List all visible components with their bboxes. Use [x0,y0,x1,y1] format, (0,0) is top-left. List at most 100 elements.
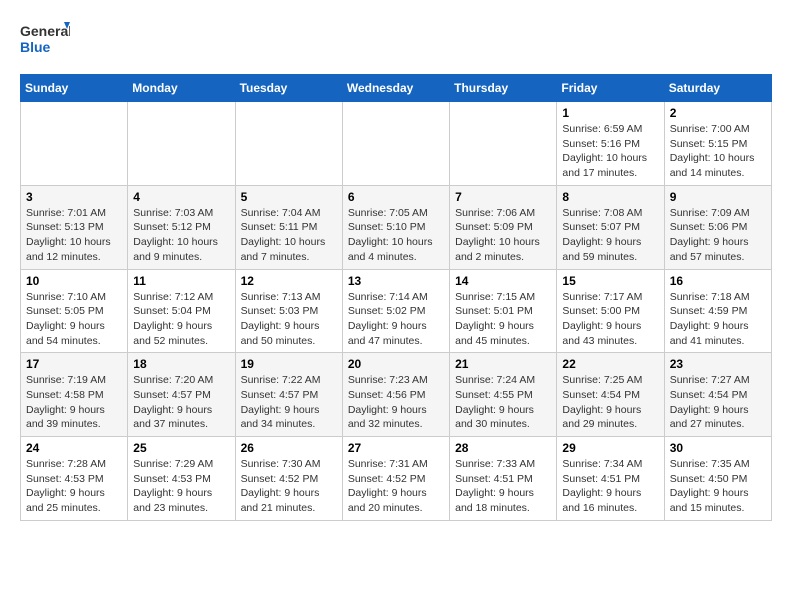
weekday-header-monday: Monday [128,75,235,102]
day-info: Sunrise: 7:05 AM Sunset: 5:10 PM Dayligh… [348,206,444,265]
day-number: 19 [241,357,337,371]
day-number: 21 [455,357,551,371]
day-number: 23 [670,357,766,371]
day-info: Sunrise: 7:13 AM Sunset: 5:03 PM Dayligh… [241,290,337,349]
weekday-header-friday: Friday [557,75,664,102]
logo: General Blue [20,20,70,64]
day-number: 14 [455,274,551,288]
day-info: Sunrise: 7:34 AM Sunset: 4:51 PM Dayligh… [562,457,658,516]
weekday-header-saturday: Saturday [664,75,771,102]
day-number: 11 [133,274,229,288]
calendar-cell: 23 Sunrise: 7:27 AM Sunset: 4:54 PM Dayli… [664,353,771,437]
calendar-cell: 12 Sunrise: 7:13 AM Sunset: 5:03 PM Dayli… [235,269,342,353]
week-row-1: 1 Sunrise: 6:59 AM Sunset: 5:16 PM Daylig… [21,102,772,186]
day-info: Sunrise: 7:18 AM Sunset: 4:59 PM Dayligh… [670,290,766,349]
day-info: Sunrise: 7:10 AM Sunset: 5:05 PM Dayligh… [26,290,122,349]
calendar-cell: 17 Sunrise: 7:19 AM Sunset: 4:58 PM Dayli… [21,353,128,437]
calendar-cell: 27 Sunrise: 7:31 AM Sunset: 4:52 PM Dayli… [342,437,449,521]
day-info: Sunrise: 7:22 AM Sunset: 4:57 PM Dayligh… [241,373,337,432]
calendar-cell: 28 Sunrise: 7:33 AM Sunset: 4:51 PM Dayli… [450,437,557,521]
day-info: Sunrise: 7:01 AM Sunset: 5:13 PM Dayligh… [26,206,122,265]
calendar-cell: 4 Sunrise: 7:03 AM Sunset: 5:12 PM Daylig… [128,185,235,269]
day-info: Sunrise: 7:15 AM Sunset: 5:01 PM Dayligh… [455,290,551,349]
day-info: Sunrise: 7:09 AM Sunset: 5:06 PM Dayligh… [670,206,766,265]
day-info: Sunrise: 7:06 AM Sunset: 5:09 PM Dayligh… [455,206,551,265]
day-info: Sunrise: 7:29 AM Sunset: 4:53 PM Dayligh… [133,457,229,516]
calendar-cell: 1 Sunrise: 6:59 AM Sunset: 5:16 PM Daylig… [557,102,664,186]
day-info: Sunrise: 7:28 AM Sunset: 4:53 PM Dayligh… [26,457,122,516]
day-number: 24 [26,441,122,455]
calendar-cell: 14 Sunrise: 7:15 AM Sunset: 5:01 PM Dayli… [450,269,557,353]
calendar-cell: 16 Sunrise: 7:18 AM Sunset: 4:59 PM Dayli… [664,269,771,353]
day-number: 12 [241,274,337,288]
calendar-cell: 20 Sunrise: 7:23 AM Sunset: 4:56 PM Dayli… [342,353,449,437]
calendar-cell: 15 Sunrise: 7:17 AM Sunset: 5:00 PM Dayli… [557,269,664,353]
day-number: 13 [348,274,444,288]
weekday-header-tuesday: Tuesday [235,75,342,102]
day-number: 29 [562,441,658,455]
calendar-cell: 26 Sunrise: 7:30 AM Sunset: 4:52 PM Dayli… [235,437,342,521]
day-info: Sunrise: 6:59 AM Sunset: 5:16 PM Dayligh… [562,122,658,181]
day-info: Sunrise: 7:31 AM Sunset: 4:52 PM Dayligh… [348,457,444,516]
calendar-cell: 5 Sunrise: 7:04 AM Sunset: 5:11 PM Daylig… [235,185,342,269]
calendar-cell: 19 Sunrise: 7:22 AM Sunset: 4:57 PM Dayli… [235,353,342,437]
calendar-cell: 13 Sunrise: 7:14 AM Sunset: 5:02 PM Dayli… [342,269,449,353]
day-number: 17 [26,357,122,371]
calendar-cell: 6 Sunrise: 7:05 AM Sunset: 5:10 PM Daylig… [342,185,449,269]
day-number: 15 [562,274,658,288]
day-info: Sunrise: 7:30 AM Sunset: 4:52 PM Dayligh… [241,457,337,516]
calendar-cell: 29 Sunrise: 7:34 AM Sunset: 4:51 PM Dayli… [557,437,664,521]
calendar-cell: 11 Sunrise: 7:12 AM Sunset: 5:04 PM Dayli… [128,269,235,353]
calendar-cell: 21Sunrise: 7:24 AM Sunset: 4:55 PM Dayli… [450,353,557,437]
day-number: 10 [26,274,122,288]
day-info: Sunrise: 7:20 AM Sunset: 4:57 PM Dayligh… [133,373,229,432]
calendar-cell: 30 Sunrise: 7:35 AM Sunset: 4:50 PM Dayli… [664,437,771,521]
day-info: Sunrise: 7:08 AM Sunset: 5:07 PM Dayligh… [562,206,658,265]
day-number: 4 [133,190,229,204]
day-info: Sunrise: 7:35 AM Sunset: 4:50 PM Dayligh… [670,457,766,516]
day-info: Sunrise: 7:23 AM Sunset: 4:56 PM Dayligh… [348,373,444,432]
calendar-cell: 3Sunrise: 7:01 AM Sunset: 5:13 PM Daylig… [21,185,128,269]
weekday-header-sunday: Sunday [21,75,128,102]
day-info: Sunrise: 7:17 AM Sunset: 5:00 PM Dayligh… [562,290,658,349]
week-row-4: 17 Sunrise: 7:19 AM Sunset: 4:58 PM Dayli… [21,353,772,437]
day-info: Sunrise: 7:27 AM Sunset: 4:54 PM Dayligh… [670,373,766,432]
day-info: Sunrise: 7:25 AM Sunset: 4:54 PM Dayligh… [562,373,658,432]
calendar-cell: 18 Sunrise: 7:20 AM Sunset: 4:57 PM Dayli… [128,353,235,437]
day-info: Sunrise: 7:14 AM Sunset: 5:02 PM Dayligh… [348,290,444,349]
calendar-cell: 2Sunrise: 7:00 AM Sunset: 5:15 PM Daylig… [664,102,771,186]
day-number: 2 [670,106,766,120]
day-number: 30 [670,441,766,455]
calendar-cell [21,102,128,186]
week-row-3: 10 Sunrise: 7:10 AM Sunset: 5:05 PM Dayli… [21,269,772,353]
day-number: 27 [348,441,444,455]
day-number: 16 [670,274,766,288]
calendar-cell [128,102,235,186]
calendar-cell: 22Sunrise: 7:25 AM Sunset: 4:54 PM Dayli… [557,353,664,437]
day-number: 28 [455,441,551,455]
day-info: Sunrise: 7:03 AM Sunset: 5:12 PM Dayligh… [133,206,229,265]
day-number: 5 [241,190,337,204]
calendar-cell: 24 Sunrise: 7:28 AM Sunset: 4:53 PM Dayli… [21,437,128,521]
day-number: 1 [562,106,658,120]
calendar-cell: 8Sunrise: 7:08 AM Sunset: 5:07 PM Daylig… [557,185,664,269]
weekday-header-row: SundayMondayTuesdayWednesdayThursdayFrid… [21,75,772,102]
week-row-5: 24 Sunrise: 7:28 AM Sunset: 4:53 PM Dayli… [21,437,772,521]
logo-svg: General Blue [20,20,70,64]
day-info: Sunrise: 7:33 AM Sunset: 4:51 PM Dayligh… [455,457,551,516]
day-number: 20 [348,357,444,371]
day-info: Sunrise: 7:12 AM Sunset: 5:04 PM Dayligh… [133,290,229,349]
day-number: 6 [348,190,444,204]
calendar-cell: 10 Sunrise: 7:10 AM Sunset: 5:05 PM Dayli… [21,269,128,353]
day-number: 7 [455,190,551,204]
calendar-cell: 25 Sunrise: 7:29 AM Sunset: 4:53 PM Dayli… [128,437,235,521]
calendar-cell [235,102,342,186]
svg-text:General: General [20,23,70,39]
day-info: Sunrise: 7:19 AM Sunset: 4:58 PM Dayligh… [26,373,122,432]
day-number: 18 [133,357,229,371]
day-number: 9 [670,190,766,204]
day-number: 26 [241,441,337,455]
day-info: Sunrise: 7:04 AM Sunset: 5:11 PM Dayligh… [241,206,337,265]
day-number: 25 [133,441,229,455]
svg-text:Blue: Blue [20,39,51,55]
